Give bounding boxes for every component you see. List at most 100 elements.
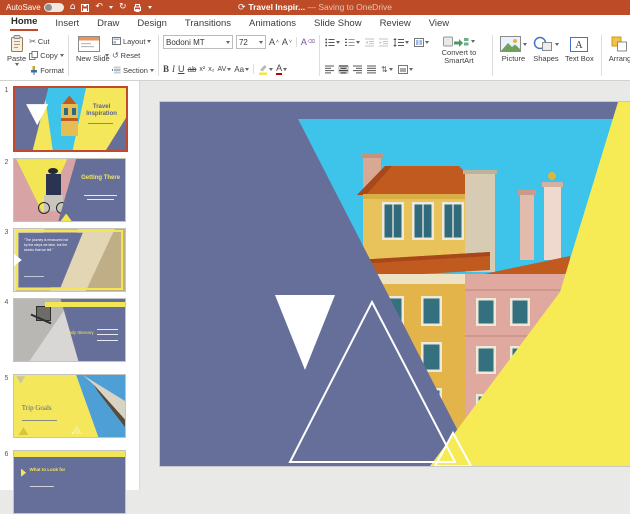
columns-icon [414,38,424,47]
line-spacing-dropdown-icon[interactable] [405,41,409,44]
redo-icon[interactable]: ↻ [119,3,127,12]
font-size-dropdown-icon[interactable] [259,41,263,44]
new-slide-label: New Slide [76,55,102,63]
section-dropdown-icon[interactable] [150,69,154,72]
align-center-button[interactable] [338,65,349,74]
format-painter-icon [29,66,38,75]
paste-button[interactable]: Paste [4,33,29,78]
font-name-combo[interactable]: Bodoni MT [163,35,233,49]
autosave-switch-icon[interactable] [44,3,64,12]
tab-design[interactable]: Design [136,16,168,31]
slide-1-artwork [160,102,630,466]
font-color-dropdown-icon[interactable] [283,68,287,71]
picture-button[interactable]: Picture [497,33,530,78]
tab-home[interactable]: Home [10,14,38,31]
paste-dropdown-icon[interactable] [15,63,19,66]
bullets-button[interactable] [324,38,341,47]
slides-group: New Slide Layout ↺ Reset Section [71,32,156,79]
slide-canvas[interactable] [160,102,630,466]
more-commands-icon[interactable] [148,6,152,9]
clear-formatting-button[interactable]: A⌫ [301,37,315,47]
copy-dropdown-icon[interactable] [60,54,64,57]
tab-view[interactable]: View [428,16,450,31]
align-text-dropdown-icon[interactable] [409,68,413,71]
format-painter-button[interactable]: Format [29,64,64,76]
shrink-font-button[interactable]: A˅ [282,37,292,47]
layout-button[interactable]: Layout [112,35,154,47]
slide-2-thumbnail[interactable]: Getting There [13,158,126,222]
copy-icon [29,51,38,60]
columns-button[interactable] [413,38,430,47]
character-spacing-button[interactable]: AV [217,66,231,73]
smartart-dropdown-icon[interactable] [471,40,475,43]
change-case-button[interactable]: Aa [234,65,249,74]
decrease-indent-button[interactable] [364,38,375,47]
layout-dropdown-icon[interactable] [147,40,151,43]
undo-dropdown-icon[interactable] [109,6,113,9]
slide-6-thumbnail[interactable]: What to Look for [13,450,126,514]
font-name-dropdown-icon[interactable] [226,41,230,44]
tab-transitions[interactable]: Transitions [184,16,232,31]
bold-button[interactable]: B [163,64,169,74]
italic-button[interactable]: I [172,64,175,74]
clipboard-group: Paste ✂ Cut Copy Format [2,32,66,79]
autosave-toggle[interactable]: AutoSave [6,3,64,12]
align-text-button[interactable] [397,65,414,74]
grow-font-button[interactable]: A˄ [269,37,279,47]
font-size-combo[interactable]: 72 [236,35,266,49]
increase-indent-button[interactable] [378,38,389,47]
slide-5-thumbnail[interactable]: Trip Goals [13,374,126,438]
cut-button[interactable]: ✂ Cut [29,35,64,47]
undo-icon[interactable]: ↶ [95,3,103,12]
format-painter-label: Format [40,66,64,75]
slide-2-number: 2 [0,158,13,222]
strikethrough-button[interactable]: ab [188,65,197,74]
bullets-dropdown-icon[interactable] [336,41,340,44]
convert-smartart-button[interactable]: Convert to SmartArt [430,33,488,78]
tab-draw[interactable]: Draw [96,16,120,31]
tab-slideshow[interactable]: Slide Show [313,16,363,31]
line-spacing-button[interactable] [392,38,410,47]
shapes-dropdown-icon[interactable] [555,43,559,46]
subscript-button[interactable]: x₂ [208,66,214,73]
shapes-button[interactable]: Shapes [530,33,562,78]
justify-button[interactable] [366,65,377,74]
slate-top-band [160,102,630,119]
arrange-button[interactable]: Arrange [606,33,630,78]
superscript-button[interactable]: x² [199,66,205,73]
slide-2-title: Getting There [81,175,121,182]
print-icon[interactable] [133,4,142,12]
align-left-button[interactable] [324,65,335,74]
columns-dropdown-icon[interactable] [425,41,429,44]
text-direction-dropdown-icon[interactable] [389,68,393,71]
numbering-button[interactable] [344,38,361,47]
tab-insert[interactable]: Insert [54,16,80,31]
highlight-button[interactable] [258,64,273,75]
drawing-group: Arrange Quick Styles Shape Fill Shape Ou… [604,32,630,79]
section-button[interactable]: Section [112,64,154,76]
copy-button[interactable]: Copy [29,50,64,62]
smartart-icon [443,34,475,48]
tab-review[interactable]: Review [379,16,412,31]
new-slide-dropdown-icon[interactable] [105,54,109,57]
text-direction-button[interactable]: ⇅ [380,65,394,74]
slide-3-thumbnail[interactable]: "The journey is measured not by the step… [13,228,126,292]
highlight-dropdown-icon[interactable] [269,68,273,71]
new-slide-button[interactable]: New Slide [73,33,105,78]
numbering-dropdown-icon[interactable] [356,41,360,44]
save-icon[interactable] [81,4,89,12]
font-color-button[interactable]: A [276,64,287,75]
slide-4-thumbnail[interactable]: Daily Itinerary [13,298,126,362]
text-box-button[interactable]: A Text Box [562,33,597,78]
section-icon [112,66,121,74]
tab-animations[interactable]: Animations [248,16,297,31]
slide-1-thumbnail[interactable]: Travel Inspiration [13,86,128,152]
picture-dropdown-icon[interactable] [523,43,527,46]
save-status: — Saving to OneDrive [307,2,392,12]
align-right-button[interactable] [352,65,363,74]
text-box-icon: A [570,34,588,54]
underline-button[interactable]: U [178,64,185,74]
home-icon[interactable]: ⌂ [70,3,76,12]
slide-thumbnail-panel: 1 Travel Inspiration 2 [0,81,140,490]
reset-button[interactable]: ↺ Reset [112,50,154,62]
